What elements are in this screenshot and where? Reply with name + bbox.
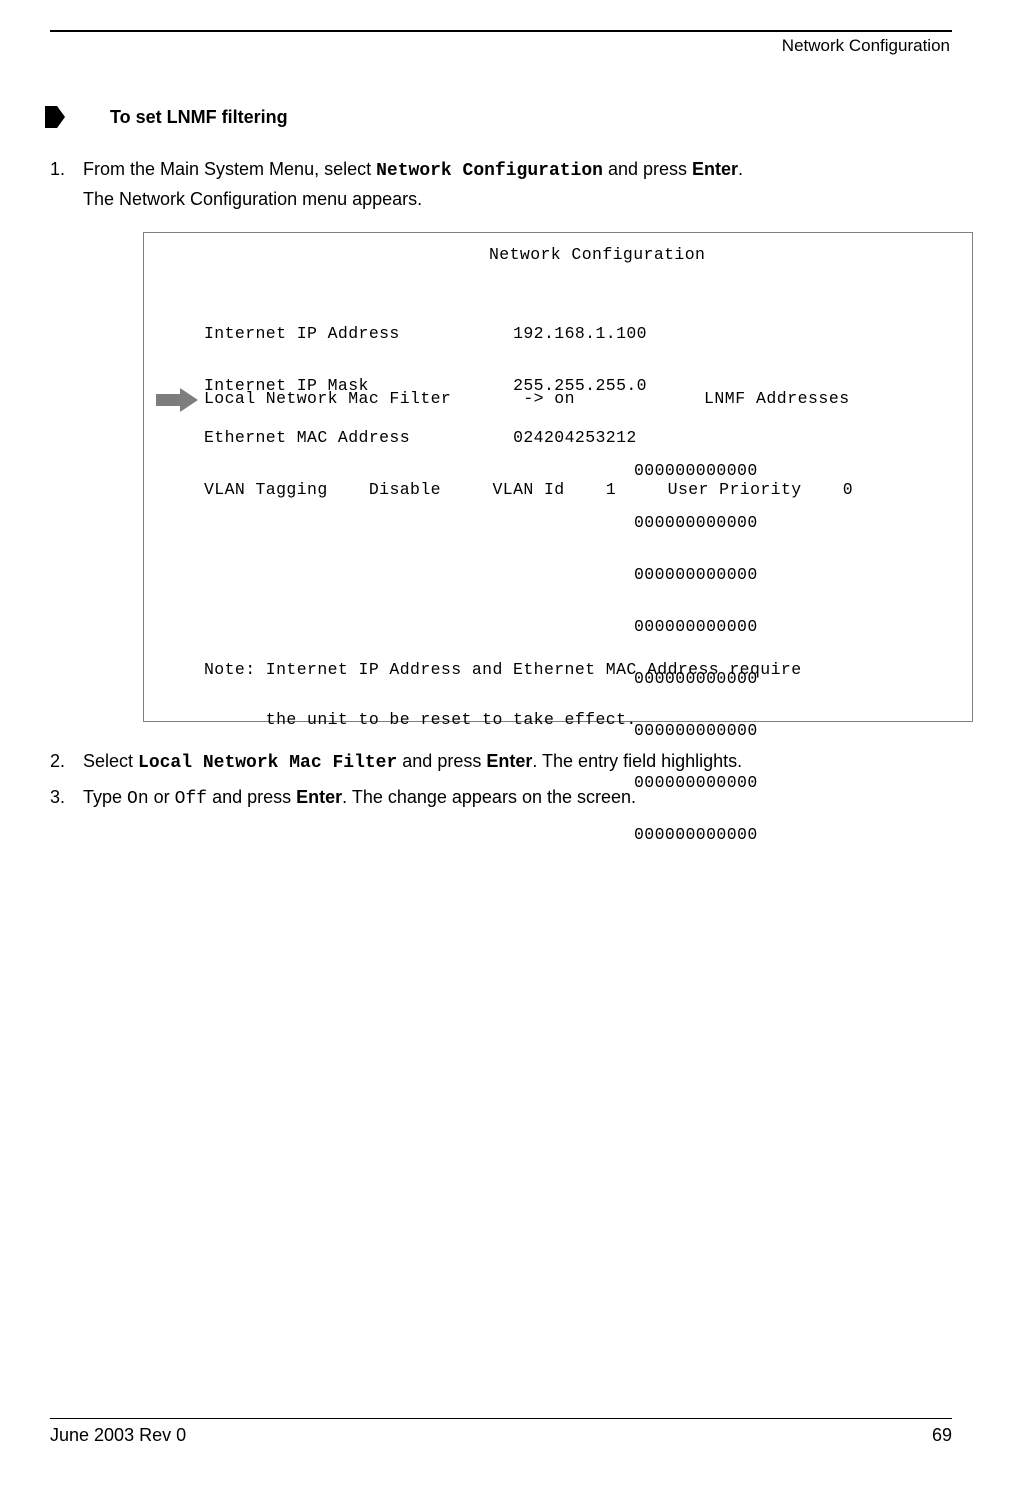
step-3-off: Off [175,789,207,809]
vlan-status: Disable [369,480,441,499]
lnmf-label: Local Network Mac Filter [204,389,451,408]
lnmf-addr-2: 000000000000 [634,567,758,586]
note-line-2: the unit to be reset to take effect. [204,712,802,729]
lnmf-value: on [554,389,575,408]
page-footer: June 2003 Rev 0 69 [50,1418,952,1446]
step-1-sub: The Network Configuration menu appears. [83,186,952,212]
step-1-mid: and press [603,159,692,179]
note-line-1: Note: Internet IP Address and Ethernet M… [204,662,802,679]
spacer [400,324,513,343]
procedure-title: To set LNMF filtering [110,107,288,128]
header-divider [50,30,952,32]
header-section-label: Network Configuration [50,36,952,56]
spacer [328,480,369,499]
step-3-or: or [149,787,175,807]
terminal-screenshot: Network Configuration Internet IP Addres… [143,232,973,722]
step-2-mid: and press [397,751,486,771]
ip-label: Internet IP Address [204,324,400,343]
note-block: Note: Internet IP Address and Ethernet M… [204,629,802,761]
step-2-pre: Select [83,751,138,771]
step-3-pre: Type [83,787,127,807]
step-3-mid: and press [207,787,296,807]
mac-label: Ethernet MAC Address [204,428,410,447]
procedure-header: To set LNMF filtering [45,106,952,128]
step-1: From the Main System Menu, select Networ… [50,156,952,722]
step-3-enter: Enter [296,787,342,807]
ip-value: 192.168.1.100 [513,324,647,343]
screen-title: Network Configuration [489,247,705,264]
step-3: Type On or Off and press Enter. The chan… [50,784,952,812]
step-1-enter: Enter [692,159,738,179]
spacer [565,480,606,499]
procedure-pentagon-icon [45,106,65,128]
lnmf-row: Local Network Mac Filter -> on [204,391,575,408]
lnmf-addr-1: 000000000000 [634,515,758,534]
footer-divider [50,1418,952,1419]
step-3-on: On [127,789,149,809]
lnmf-addresses-header: LNMF Addresses [704,391,850,408]
step-list: From the Main System Menu, select Networ… [50,156,952,812]
spacer [451,389,523,408]
spacer [410,428,513,447]
spacer [441,480,493,499]
step-2-code: Local Network Mac Filter [138,753,397,773]
lnmf-arrow: -> [523,389,544,408]
vlan-id-value: 1 [606,480,616,499]
vlan-label: VLAN Tagging [204,480,328,499]
step-1-pre: From the Main System Menu, select [83,159,376,179]
step-2-enter: Enter [486,751,532,771]
mac-value: 024204253212 [513,428,637,447]
lnmf-addr-0: 000000000000 [634,463,758,482]
step-3-post: . The change appears on the screen. [342,787,636,807]
footer-date: June 2003 Rev 0 [50,1425,186,1446]
prio-value: 0 [843,480,853,499]
step-2-post: . The entry field highlights. [532,751,742,771]
footer-page-number: 69 [932,1425,952,1446]
step-2: Select Local Network Mac Filter and pres… [50,748,952,776]
step-1-code: Network Configuration [376,161,603,181]
vlan-id-label: VLAN Id [492,480,564,499]
lnmf-addr-7: 000000000000 [634,827,758,846]
spacer [802,480,843,499]
step-1-post: . [738,159,743,179]
spacer [544,389,554,408]
arrow-pointer-icon [152,386,202,414]
